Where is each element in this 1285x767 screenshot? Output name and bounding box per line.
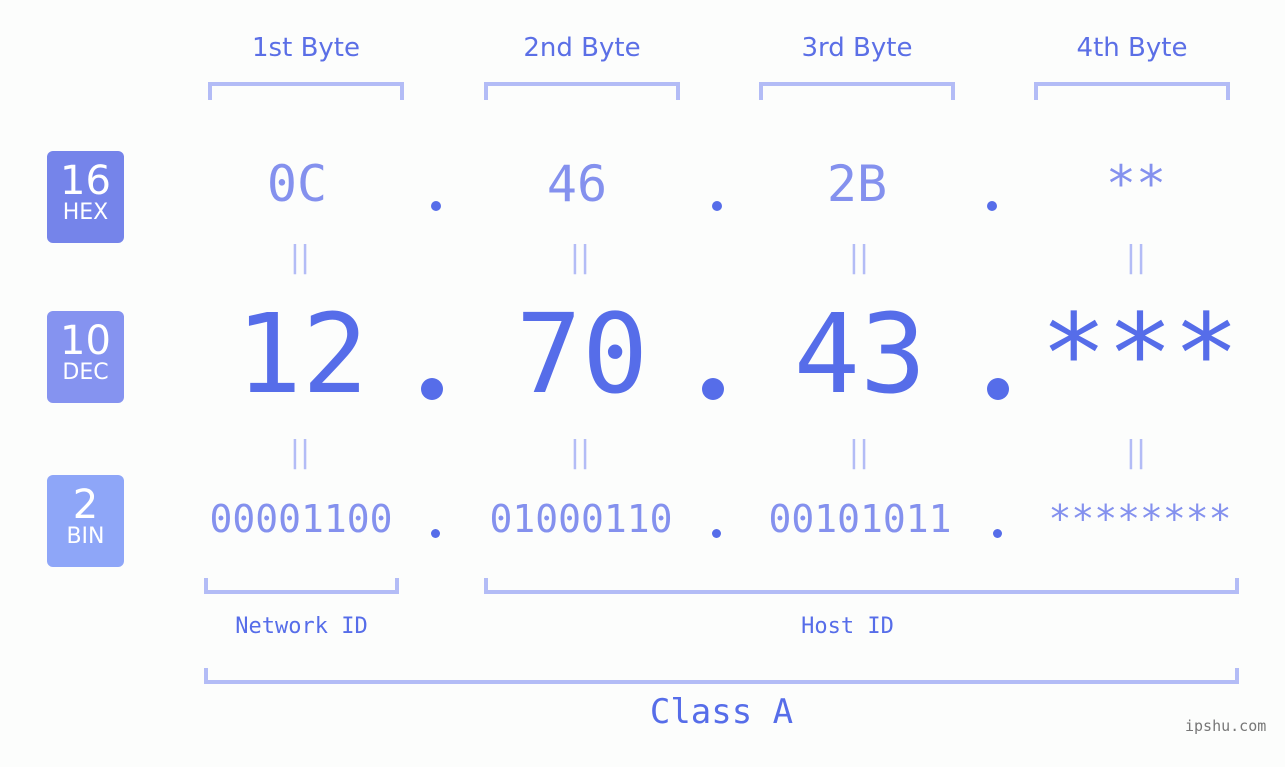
byte-bracket-1 [208,82,404,100]
equals-2-3: || [848,435,870,470]
bin-byte-2: 01000110 [489,497,673,541]
bin-base: 2 [72,482,99,528]
network-id-label: Network ID [235,614,368,639]
dec-badge: 10 DEC [47,311,124,403]
dec-dot-1 [421,378,443,400]
dec-byte-4: *** [1040,290,1240,418]
dec-dot-3 [987,378,1009,400]
dec-base: 10 [60,318,111,364]
byte-bracket-2 [484,82,680,100]
hex-badge: 16 HEX [47,151,124,243]
byte-bracket-4 [1034,82,1230,100]
class-bracket [204,668,1239,684]
hex-byte-2: 46 [546,155,608,213]
watermark: ipshu.com [1185,717,1267,735]
byte-header-3: 3rd Byte [801,33,913,63]
bin-label: BIN [66,524,105,549]
equals-2-4: || [1125,435,1147,470]
bin-dot-2 [712,529,721,538]
network-id-bracket [204,578,399,594]
bin-byte-3: 00101011 [768,497,952,541]
hex-label: HEX [62,200,109,225]
equals-1-2: || [569,240,591,275]
dec-byte-3: 43 [793,290,927,418]
equals-2-1: || [289,435,311,470]
hex-byte-3: 2B [826,155,888,213]
dec-byte-2: 70 [515,290,649,418]
equals-1-4: || [1125,240,1147,275]
equals-1-1: || [289,240,311,275]
byte-header-1: 1st Byte [252,33,360,63]
byte-bracket-3 [759,82,955,100]
host-id-label: Host ID [801,614,894,639]
bin-dot-3 [993,529,1002,538]
equals-1-3: || [848,240,870,275]
hex-byte-4: ** [1105,155,1167,213]
bin-badge: 2 BIN [47,475,124,567]
class-label: Class A [649,692,794,732]
dec-label: DEC [62,360,109,385]
hex-dot-3 [987,201,997,211]
hex-base: 16 [60,158,111,204]
dec-dot-2 [702,378,724,400]
bin-byte-4: ******** [1048,497,1232,541]
equals-2-2: || [569,435,591,470]
byte-header-2: 2nd Byte [523,33,641,63]
hex-byte-1: 0C [266,155,328,213]
hex-dot-1 [431,201,441,211]
bin-byte-1: 00001100 [209,497,393,541]
byte-header-4: 4th Byte [1076,33,1188,63]
hex-dot-2 [712,201,722,211]
host-id-bracket [484,578,1239,594]
dec-byte-1: 12 [235,290,369,418]
bin-dot-1 [431,529,440,538]
